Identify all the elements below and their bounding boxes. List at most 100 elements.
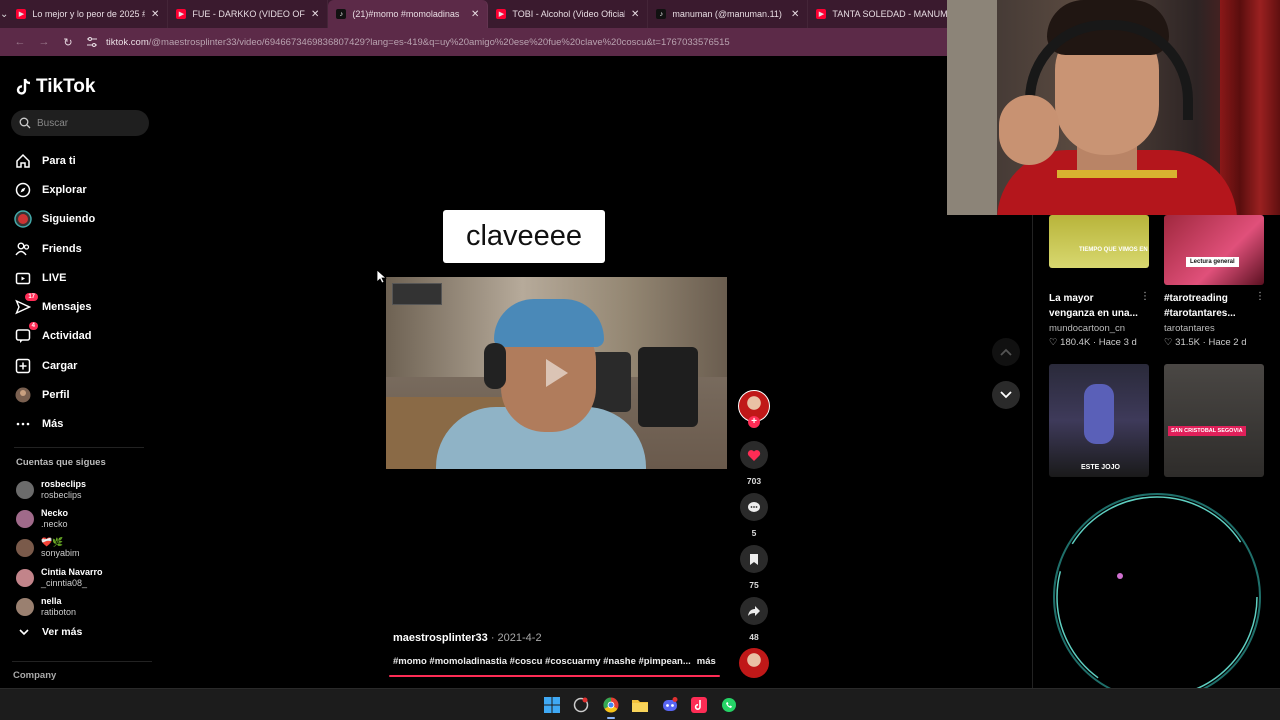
close-tab-icon[interactable]: ✕ [631, 9, 639, 20]
nav-item-para-ti[interactable]: Para ti [14, 146, 154, 175]
close-tab-icon[interactable]: ✕ [791, 9, 799, 20]
recommendation-author[interactable]: tarotantares [1164, 323, 1215, 334]
see-more-button[interactable]: Ver más [18, 626, 82, 638]
whatsapp-icon[interactable] [720, 696, 738, 714]
webcam-person-hand [999, 95, 1059, 165]
previous-video-button[interactable] [992, 338, 1020, 366]
nav-item-cargar[interactable]: Cargar [14, 351, 154, 380]
browser-tab[interactable]: ♪ (21)#momo #momoladinas ✕ [328, 0, 489, 28]
tab-title: TANTA SOLEDAD - MANUMA [832, 9, 954, 19]
account-names: ❤️‍🩹🌿 sonyabim [41, 537, 80, 559]
comment-icon [748, 501, 760, 512]
nav-item-mensajes[interactable]: 17 Mensajes [14, 292, 154, 321]
browser-tab[interactable]: ▶ TOBI - Alcohol (Video Oficial) - ✕ [488, 0, 649, 28]
account-display-name: Necko [41, 507, 69, 518]
windows-start-icon[interactable] [543, 696, 561, 714]
recommendation-title[interactable]: La mayor venganza en una... [1049, 291, 1139, 321]
following-heading: Cuentas que sigues [16, 457, 106, 468]
panel-divider [1032, 215, 1033, 688]
forward-arrow-icon[interactable]: → [32, 36, 56, 48]
chrome-icon[interactable] [602, 696, 620, 714]
reload-icon[interactable]: ↻ [56, 36, 80, 49]
discord-icon[interactable] [661, 696, 679, 714]
video-author[interactable]: maestrosplinter33 [393, 632, 488, 644]
play-icon[interactable] [546, 359, 568, 387]
back-arrow-icon[interactable]: ← [8, 36, 32, 48]
save-button[interactable] [740, 545, 768, 573]
browser-tab[interactable]: ▶ Lo mejor y lo peor de 2025 #2 ✕ [8, 0, 169, 28]
video-hashtags[interactable]: #momo #momoladinastia #coscu #coscuarmy … [393, 656, 691, 667]
account-names: Necko .necko [41, 508, 68, 530]
thumbnail-figure [1084, 384, 1114, 444]
tiktok-logo[interactable]: TikTok [16, 76, 95, 98]
follow-plus-icon[interactable]: + [748, 416, 760, 428]
browser-tab[interactable]: ▶ TANTA SOLEDAD - MANUMA [808, 0, 969, 28]
activity-icon: 4 [14, 322, 38, 345]
youtube-favicon-icon: ▶ [176, 9, 187, 19]
close-tab-icon[interactable]: ✕ [471, 9, 479, 20]
comment-button[interactable] [740, 493, 768, 521]
company-link[interactable]: Company [13, 670, 56, 681]
following-account[interactable]: ❤️‍🩹🌿 sonyabim [16, 534, 156, 563]
address-bar[interactable]: tiktok.com/@maestrosplinter33/video/6946… [86, 31, 942, 53]
recommendation-thumbnail[interactable]: Lectura general [1164, 215, 1264, 285]
tiktok-app-icon[interactable] [690, 696, 708, 714]
nav-item-label: Cargar [42, 359, 78, 372]
nav-item-perfil[interactable]: Perfil [14, 380, 154, 409]
account-names: nella ratiboton [41, 596, 76, 618]
share-button[interactable] [740, 597, 768, 625]
recommendation-thumbnail[interactable]: ESTE JOJO [1049, 364, 1149, 477]
browser-tab[interactable]: ♪ manuman (@manuman.11) | Ti ✕ [648, 0, 809, 28]
app-icon[interactable] [572, 696, 590, 714]
following-account[interactable]: nella ratiboton [16, 592, 156, 621]
heart-icon [747, 449, 761, 461]
tab-search-chevron-icon[interactable]: ⌄ [0, 0, 8, 28]
following-account[interactable]: Cintia Navarro _cinntia08_ [16, 563, 156, 592]
nav-item-actividad[interactable]: 4 Actividad [14, 322, 154, 351]
recommendation-likes: 180.4K [1060, 337, 1091, 348]
nav-item-live[interactable]: LIVE [14, 263, 154, 292]
nav-item-mas[interactable]: Más [14, 410, 154, 439]
recommendation-age: Hace 2 d [1208, 337, 1247, 348]
browser-tab[interactable]: ▶ FUE - DARKKO (VIDEO OFICIAL ✕ [168, 0, 329, 28]
like-button[interactable] [740, 441, 768, 469]
webcam-background-curtain [1220, 0, 1280, 215]
more-options-icon[interactable]: ⋮ [1255, 291, 1265, 302]
compass-icon [14, 181, 32, 199]
following-account[interactable]: rosbeclips rosbeclips [16, 475, 156, 504]
video-description: #momo #momoladinastia #coscu #coscuarmy … [393, 656, 716, 667]
site-settings-icon[interactable] [86, 36, 98, 48]
music-disc-avatar[interactable] [739, 648, 769, 678]
video-date: 2021-4-2 [497, 632, 542, 644]
nav-item-friends[interactable]: Friends [14, 234, 154, 263]
more-options-icon[interactable]: ⋮ [1140, 291, 1150, 302]
windows-taskbar [0, 688, 1280, 720]
following-account[interactable]: Necko .necko [16, 504, 156, 533]
video-progress-bar[interactable] [389, 675, 720, 677]
recommendation-thumbnail[interactable]: TIEMPO QUE VIMOS EN [1049, 215, 1149, 268]
recommendation-title[interactable]: #tarotreading #tarotantares... [1164, 291, 1254, 321]
share-icon [748, 606, 760, 616]
main-nav: Para ti Explorar Siguiendo Friends LIVE 17 Men… [14, 146, 154, 439]
notification-badge: 17 [25, 293, 38, 302]
close-tab-icon[interactable]: ✕ [311, 9, 319, 20]
thumbnail-text: ESTE JOJO [1081, 464, 1120, 471]
more-description-button[interactable]: más [697, 656, 716, 667]
nav-item-siguiendo[interactable]: Siguiendo [14, 205, 154, 234]
recommendation-stats: ♡ 180.4K · Hace 3 d [1049, 337, 1137, 348]
nav-item-explorar[interactable]: Explorar [14, 175, 154, 204]
nav-item-label: LIVE [42, 271, 67, 284]
close-tab-icon[interactable]: ✕ [151, 9, 159, 20]
recommendation-thumbnail[interactable]: SAN CRISTOBAL SEGOVIA [1164, 364, 1264, 477]
next-video-button[interactable] [992, 381, 1020, 409]
like-count: 703 [746, 476, 762, 486]
search-input[interactable]: Buscar [11, 110, 149, 136]
recommendation-author[interactable]: mundocartoon_cn [1049, 323, 1125, 334]
avatar [16, 568, 34, 587]
account-handle: rosbeclips [41, 489, 82, 500]
file-explorer-icon[interactable] [631, 696, 649, 714]
share-count: 48 [749, 632, 759, 642]
tiktok-note-icon [16, 78, 31, 95]
video-player[interactable] [386, 277, 727, 469]
home-icon [14, 152, 32, 170]
